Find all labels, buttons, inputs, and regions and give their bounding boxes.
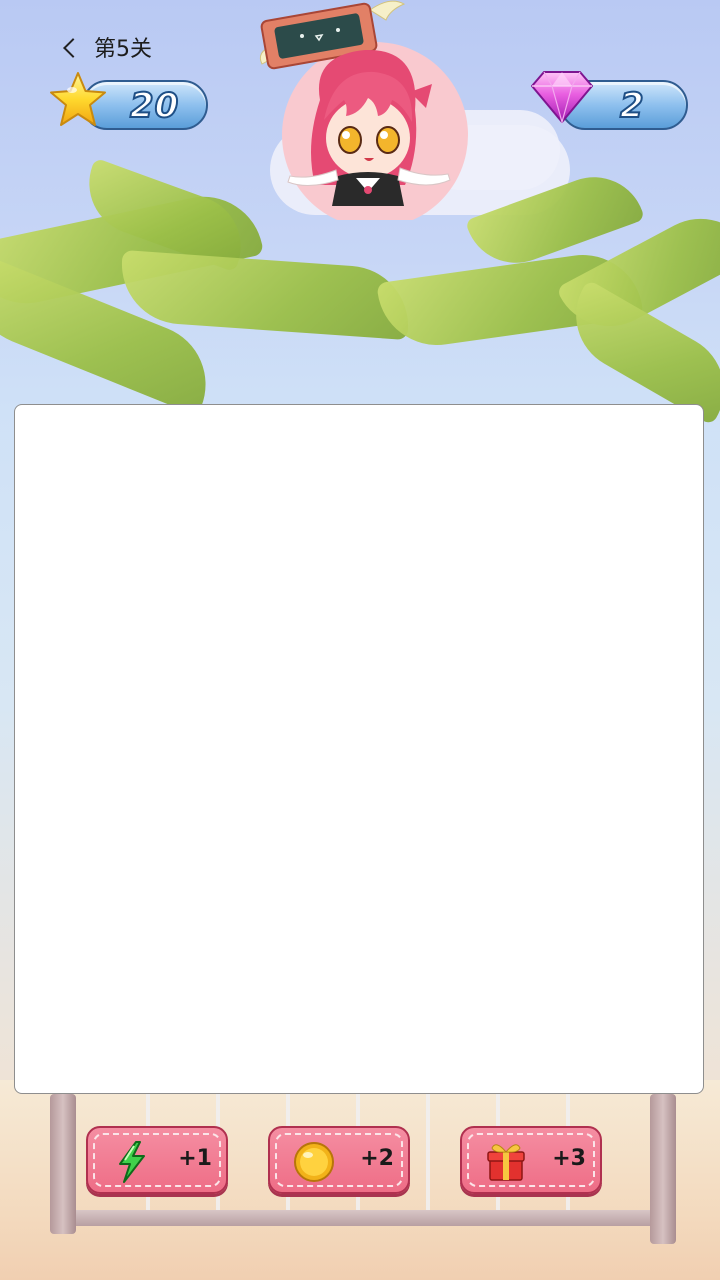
back-button[interactable]: 第5关 — [63, 30, 152, 64]
star-icon — [50, 72, 106, 126]
powerup-count: +1 — [178, 1146, 212, 1171]
fence-rail — [60, 1210, 670, 1226]
fence-post — [50, 1094, 76, 1234]
powerup-coin-button[interactable]: +2 — [268, 1126, 410, 1194]
game-board[interactable] — [14, 404, 704, 1094]
powerup-lightning-button[interactable]: +1 — [86, 1126, 228, 1194]
fence-slat — [426, 1094, 430, 1214]
lightning-icon — [119, 1141, 145, 1183]
coin-icon — [294, 1142, 334, 1182]
game-screen: 第5关 20 2 +1 +2 +3 — [0, 0, 720, 1280]
chevron-left-icon — [63, 38, 83, 58]
level-title: 第5关 — [94, 37, 152, 62]
powerup-count: +2 — [360, 1146, 394, 1171]
gift-box-icon — [487, 1144, 525, 1181]
gem-count: 2 — [619, 85, 645, 127]
mascot-character — [259, 0, 468, 220]
powerup-count: +3 — [552, 1146, 586, 1171]
star-count: 20 — [129, 85, 180, 127]
powerup-gift-button[interactable]: +3 — [460, 1126, 602, 1194]
fence-post — [650, 1094, 676, 1244]
gem-icon — [531, 71, 593, 124]
